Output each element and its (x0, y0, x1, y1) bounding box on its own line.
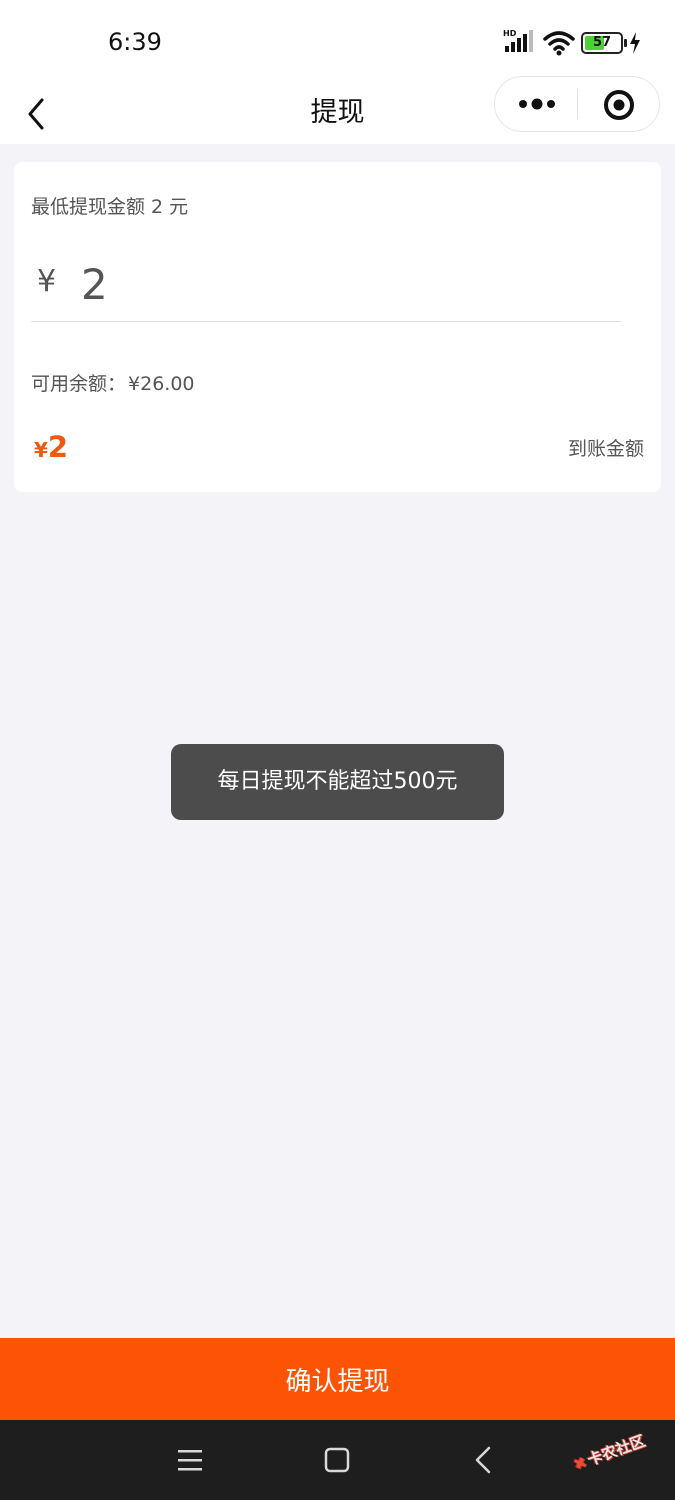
mini-program-capsule (494, 76, 660, 132)
battery-icon: 57 (581, 32, 623, 54)
more-dots-icon (519, 98, 555, 110)
balance-value: ¥26.00 (128, 373, 195, 395)
signal-icon: HD (503, 28, 537, 56)
home-icon (324, 1447, 350, 1473)
confirm-withdraw-button[interactable]: 确认提现 (0, 1338, 675, 1420)
watermark-text: 卡农社区 (585, 1431, 648, 1470)
arrival-amount: ¥2 (34, 430, 68, 464)
back-icon (475, 1446, 491, 1474)
toast-message: 每日提现不能超过500元 (171, 744, 504, 820)
more-button[interactable] (513, 85, 563, 123)
battery-cap (624, 39, 627, 47)
minimum-amount-hint: 最低提现金额 2 元 (31, 196, 189, 218)
amount-row: ¥ (31, 252, 621, 322)
capsule-divider (577, 89, 578, 119)
arrival-value: 2 (47, 430, 69, 464)
arrival-amount-label: 到账金额 (567, 438, 644, 460)
target-icon (604, 90, 634, 120)
close-mini-program-button[interactable] (601, 87, 637, 123)
amount-input[interactable] (81, 252, 601, 316)
watermark-logo: ✖卡农社区 (571, 1430, 648, 1475)
available-balance: 可用余额： ¥26.00 (31, 369, 195, 396)
withdraw-card: 最低提现金额 2 元 ¥ 可用余额：¥26.00 ¥2 到账金额 (14, 162, 661, 492)
currency-symbol: ¥ (37, 264, 57, 299)
system-back-button[interactable] (465, 1442, 505, 1478)
recent-apps-button[interactable] (170, 1442, 210, 1478)
menu-icon (178, 1450, 202, 1471)
home-button[interactable] (317, 1442, 357, 1478)
battery-percent: 57 (592, 35, 612, 50)
status-bar: 6:39 HD 57 (0, 0, 675, 80)
navigation-bar: 提现 (0, 76, 675, 144)
arrival-currency: ¥ (34, 438, 48, 462)
balance-label: 可用余额： (31, 373, 127, 395)
charging-icon (630, 32, 640, 54)
wifi-icon (543, 31, 575, 56)
system-navigation-bar: ✖卡农社区 (0, 1420, 675, 1500)
status-time: 6:39 (108, 28, 162, 56)
